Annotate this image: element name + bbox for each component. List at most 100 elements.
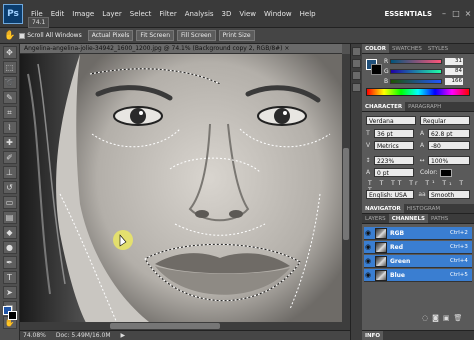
vertical-scroll-thumb[interactable] bbox=[343, 148, 349, 240]
pen-tool-icon[interactable]: ✒ bbox=[2, 256, 17, 269]
color-panel: COLOR SWATCHES STYLES R 31 G 84 B 166 bbox=[362, 44, 474, 100]
tab-color[interactable]: COLOR bbox=[362, 44, 389, 53]
background-color-icon[interactable] bbox=[8, 311, 17, 320]
clone-source-panel-icon[interactable] bbox=[352, 83, 361, 92]
fit-screen-button[interactable]: Fit Screen bbox=[136, 30, 174, 41]
kerning-field[interactable]: Metrics bbox=[374, 141, 414, 150]
menu-view[interactable]: View bbox=[235, 10, 260, 18]
blue-slider[interactable]: B 166 bbox=[384, 77, 472, 85]
document-tab[interactable]: Angelina-angelina-jolie-34942_1600_1200.… bbox=[20, 44, 342, 54]
font-family-select[interactable]: Verdana bbox=[366, 116, 416, 125]
eye-icon[interactable]: ◉ bbox=[364, 257, 372, 265]
type-tool-icon[interactable]: T bbox=[2, 271, 17, 284]
eye-icon[interactable]: ◉ bbox=[364, 271, 372, 279]
channel-row-red[interactable]: ◉ Red Ctrl+3 bbox=[364, 241, 472, 254]
language-select[interactable]: English: USA bbox=[366, 190, 414, 199]
path-select-tool-icon[interactable]: ➤ bbox=[2, 286, 17, 299]
document-canvas[interactable] bbox=[20, 54, 342, 330]
workspace-switcher[interactable]: ESSENTIALS bbox=[379, 10, 439, 18]
menu-help[interactable]: Help bbox=[296, 10, 320, 18]
menu-image[interactable]: Image bbox=[68, 10, 98, 18]
red-value-field[interactable]: 31 bbox=[445, 57, 463, 65]
tab-swatches[interactable]: SWATCHES bbox=[389, 44, 425, 53]
crop-tool-icon[interactable]: ⌗ bbox=[2, 106, 17, 119]
eyedropper-tool-icon[interactable]: ⌇ bbox=[2, 121, 17, 134]
menu-filter[interactable]: Filter bbox=[155, 10, 180, 18]
green-track[interactable] bbox=[390, 68, 442, 74]
hand-tool-icon[interactable]: ✋ bbox=[4, 31, 15, 41]
zoom-level-field[interactable]: 74.1 bbox=[28, 17, 50, 28]
blue-value-field[interactable]: 166 bbox=[445, 77, 463, 85]
close-button[interactable]: × bbox=[462, 9, 474, 18]
horizontal-scroll-thumb[interactable] bbox=[110, 323, 220, 329]
quick-select-tool-icon[interactable]: ✎ bbox=[2, 91, 17, 104]
layers-panel: LAYERS CHANNELS PATHS ◉ RGB Ctrl+2 ◉ Red… bbox=[362, 214, 474, 324]
tab-layers[interactable]: LAYERS bbox=[362, 214, 389, 223]
background-color-swatch[interactable] bbox=[371, 64, 382, 75]
brushes-panel-icon[interactable] bbox=[352, 71, 361, 80]
actual-pixels-button[interactable]: Actual Pixels bbox=[87, 30, 134, 41]
menu-layer[interactable]: Layer bbox=[98, 10, 126, 18]
red-slider[interactable]: R 31 bbox=[384, 57, 472, 65]
menu-3d[interactable]: 3D bbox=[218, 10, 236, 18]
delete-channel-icon[interactable]: 🗑 bbox=[454, 314, 463, 322]
tab-channels[interactable]: CHANNELS bbox=[388, 214, 429, 223]
antialias-select[interactable]: Smooth bbox=[428, 190, 470, 199]
horizontal-scale-field[interactable]: 100% bbox=[428, 156, 470, 165]
menu-select[interactable]: Select bbox=[126, 10, 156, 18]
tracking-field[interactable]: -80 bbox=[428, 141, 470, 150]
tab-paragraph[interactable]: PARAGRAPH bbox=[405, 102, 444, 111]
font-size-field[interactable]: 36 pt bbox=[374, 129, 414, 138]
vertical-scrollbar[interactable] bbox=[342, 54, 350, 330]
scroll-all-windows-checkbox[interactable] bbox=[19, 32, 26, 39]
channel-row-rgb[interactable]: ◉ RGB Ctrl+2 bbox=[364, 227, 472, 240]
horizontal-scrollbar[interactable] bbox=[20, 322, 342, 330]
gradient-tool-icon[interactable]: ▤ bbox=[2, 211, 17, 224]
green-value-field[interactable]: 84 bbox=[445, 67, 463, 75]
leading-field[interactable]: 62.8 pt bbox=[428, 129, 470, 138]
tab-paths[interactable]: PATHS bbox=[428, 214, 451, 223]
channel-row-blue[interactable]: ◉ Blue Ctrl+5 bbox=[364, 269, 472, 282]
vertical-scale-field[interactable]: 223% bbox=[374, 156, 414, 165]
tab-navigator[interactable]: NAVIGATOR bbox=[362, 204, 404, 213]
load-selection-icon[interactable]: ◌ bbox=[422, 314, 428, 322]
baseline-shift-field[interactable]: 0 pt bbox=[374, 168, 414, 177]
red-track[interactable] bbox=[390, 58, 442, 64]
status-zoom[interactable]: 74.08% bbox=[23, 332, 46, 339]
blue-track[interactable] bbox=[390, 78, 442, 84]
move-tool-icon[interactable]: ✥ bbox=[2, 46, 17, 59]
tracking-icon: A bbox=[419, 142, 425, 149]
blur-tool-icon[interactable]: ◆ bbox=[2, 226, 17, 239]
brush-tool-icon[interactable]: ✐ bbox=[2, 151, 17, 164]
fill-screen-button[interactable]: Fill Screen bbox=[177, 30, 216, 41]
healing-tool-icon[interactable]: ✚ bbox=[2, 136, 17, 149]
save-selection-icon[interactable]: ◙ bbox=[432, 314, 439, 322]
maximize-button[interactable]: □ bbox=[450, 9, 462, 18]
history-brush-tool-icon[interactable]: ↺ bbox=[2, 181, 17, 194]
green-slider[interactable]: G 84 bbox=[384, 67, 472, 75]
marquee-tool-icon[interactable]: ⬚ bbox=[2, 61, 17, 74]
text-color-swatch[interactable] bbox=[440, 169, 452, 177]
tab-styles[interactable]: STYLES bbox=[425, 44, 451, 53]
menu-edit[interactable]: Edit bbox=[47, 10, 69, 18]
eye-icon[interactable]: ◉ bbox=[364, 243, 372, 251]
menu-window[interactable]: Window bbox=[260, 10, 296, 18]
history-panel-icon[interactable] bbox=[352, 47, 361, 56]
tab-character[interactable]: CHARACTER bbox=[362, 102, 406, 111]
clone-stamp-tool-icon[interactable]: ⊥ bbox=[2, 166, 17, 179]
lasso-tool-icon[interactable]: ➰ bbox=[2, 76, 17, 89]
channel-row-green[interactable]: ◉ Green Ctrl+4 bbox=[364, 255, 472, 268]
tab-histogram[interactable]: HISTOGRAM bbox=[404, 204, 443, 213]
font-style-select[interactable]: Regular bbox=[420, 116, 470, 125]
menu-analysis[interactable]: Analysis bbox=[181, 10, 218, 18]
tab-info[interactable]: INFO bbox=[362, 331, 384, 340]
color-spectrum-bar[interactable] bbox=[366, 88, 470, 96]
status-arrow-icon[interactable]: ▶ bbox=[121, 332, 126, 339]
new-channel-icon[interactable]: ▣ bbox=[443, 314, 450, 322]
eye-icon[interactable]: ◉ bbox=[364, 229, 372, 237]
dodge-tool-icon[interactable]: ● bbox=[2, 241, 17, 254]
minimize-button[interactable]: – bbox=[438, 9, 450, 18]
actions-panel-icon[interactable] bbox=[352, 59, 361, 68]
eraser-tool-icon[interactable]: ▭ bbox=[2, 196, 17, 209]
print-size-button[interactable]: Print Size bbox=[218, 30, 255, 41]
